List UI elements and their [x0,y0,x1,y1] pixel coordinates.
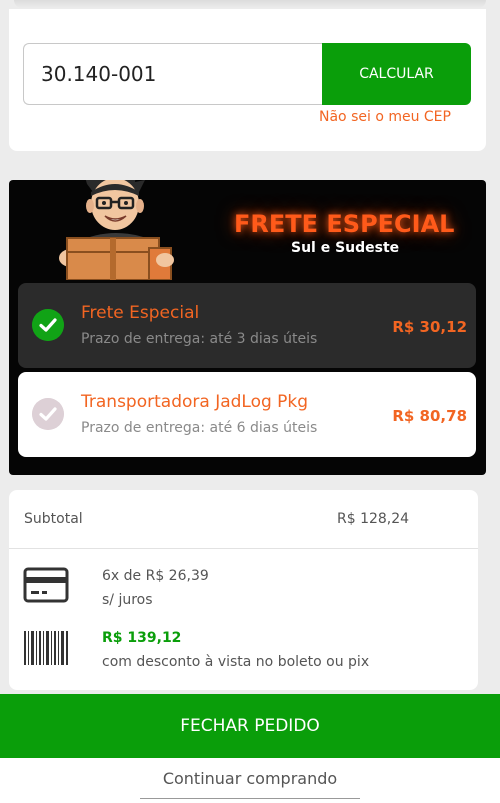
banner-subtitle: Sul e Sudeste [291,240,400,256]
shipping-option-price: R$ 80,78 [392,407,467,425]
shipping-option-name: Frete Especial [81,303,200,323]
boleto-description: com desconto à vista no boleto ou pix [102,654,370,670]
installments-value: 6x de R$ 26,39 [102,568,209,584]
shipping-banner: FRETE ESPECIAL Sul e Sudeste [9,180,486,280]
continue-area: Continuar comprando [0,758,500,803]
shipping-option-price: R$ 30,12 [392,318,467,336]
shipping-option-name: Transportadora JadLog Pkg [81,392,309,412]
check-icon [32,309,64,341]
mascot-illustration [59,180,174,280]
shipping-option-jadlog[interactable]: Transportadora JadLog Pkg Prazo de entre… [18,372,476,457]
shipping-option-term: Prazo de entrega: até 3 dias úteis [81,331,318,347]
cep-card: CALCULAR Não sei o meu CEP [9,9,486,151]
order-summary-card: Subtotal R$ 128,24 6x de R$ 26,39 s/ jur… [9,490,478,690]
continue-underline [140,798,360,799]
boleto-price: R$ 139,12 [102,630,182,646]
banner-title: FRETE ESPECIAL [234,210,455,238]
shipping-option-frete-especial[interactable]: Frete Especial Prazo de entrega: até 3 d… [18,283,476,368]
top-shadow [14,0,486,8]
barcode-icon [23,630,69,666]
checkout-button[interactable]: FECHAR PEDIDO [0,694,500,758]
shipping-options-card: FRETE ESPECIAL Sul e Sudeste Frete Espec… [9,180,486,475]
subtotal-value: R$ 128,24 [337,511,410,527]
continue-shopping-link[interactable]: Continuar comprando [0,769,500,788]
installments-note: s/ juros [102,592,153,608]
subtotal-label: Subtotal [24,511,83,527]
calculate-button[interactable]: CALCULAR [322,43,471,105]
divider [9,548,478,549]
credit-card-icon [23,567,69,603]
cep-input[interactable] [23,43,323,105]
radio-unchecked-icon [32,398,64,430]
unknown-cep-link[interactable]: Não sei o meu CEP [319,109,451,125]
shipping-option-term: Prazo de entrega: até 6 dias úteis [81,420,318,436]
